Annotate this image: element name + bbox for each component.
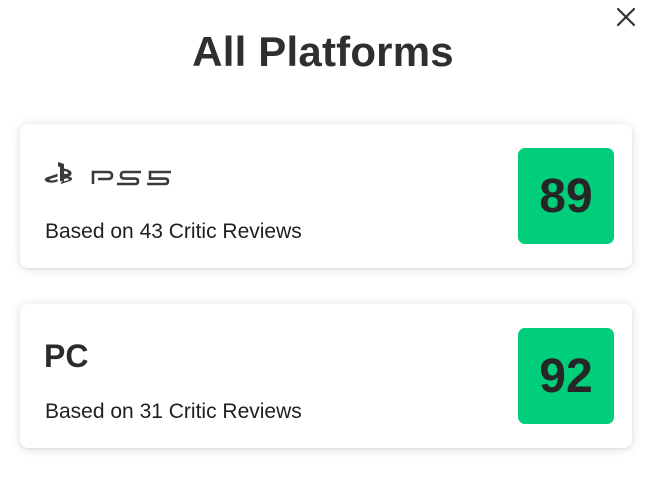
close-icon[interactable] xyxy=(612,3,640,31)
critic-reviews-count: Based on 43 Critic Reviews xyxy=(45,220,302,243)
close-button[interactable] xyxy=(612,3,640,31)
modal-title: All Platforms xyxy=(192,28,454,75)
critic-reviews-count: Based on 31 Critic Reviews xyxy=(45,400,302,423)
metascore-badge: 92 xyxy=(518,328,614,424)
platform-card-ps5[interactable]: Based on 43 Critic Reviews 89 xyxy=(20,124,632,268)
platform-card-pc[interactable]: PC Based on 31 Critic Reviews 92 xyxy=(20,304,632,448)
playstation-5-logo-icon xyxy=(44,162,171,186)
metascore-badge: 89 xyxy=(518,148,614,244)
platform-name: PC xyxy=(44,338,89,374)
